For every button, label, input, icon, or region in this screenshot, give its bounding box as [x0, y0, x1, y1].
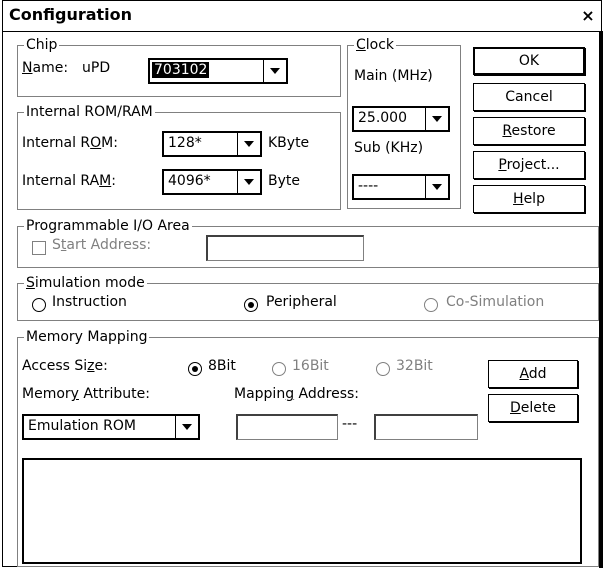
memory-attribute-combo[interactable]: Emulation ROM — [22, 414, 200, 440]
internal-ram-value: 4096* — [168, 173, 211, 189]
sub-clock-combo[interactable]: ---- — [352, 174, 450, 200]
memory-attribute-value: Emulation ROM — [28, 418, 136, 434]
memory-mapping-group: Memory Mapping Access Size: 8Bit 16Bit 3… — [17, 328, 599, 567]
internal-rom-unit: KByte — [268, 135, 310, 151]
delete-button[interactable]: Delete — [488, 394, 578, 422]
close-icon[interactable]: × — [579, 7, 597, 25]
main-clock-value: 25.000 — [358, 110, 407, 126]
help-button[interactable]: Help — [473, 185, 585, 213]
chevron-down-icon[interactable] — [263, 60, 286, 82]
radio-co-simulation-label: Co-Simulation — [446, 294, 545, 310]
add-button[interactable]: Add — [488, 360, 578, 388]
start-address-checkbox[interactable] — [32, 241, 46, 255]
memory-mapping-list[interactable] — [22, 458, 582, 564]
chevron-down-icon[interactable] — [425, 108, 448, 130]
mapping-start-input[interactable] — [236, 414, 338, 440]
internal-rom-value: 128* — [168, 135, 202, 151]
internal-rom-combo[interactable]: 128* — [162, 131, 262, 157]
simulation-mode-group: Simulation mode Instruction Peripheral C… — [17, 274, 599, 321]
project-button[interactable]: Project... — [473, 151, 585, 179]
window-edge — [599, 31, 603, 568]
chip-legend: Chip — [24, 36, 60, 54]
radio-instruction-label: Instruction — [52, 294, 127, 310]
radio-co-simulation[interactable] — [424, 298, 438, 312]
chevron-down-icon[interactable] — [237, 133, 260, 155]
programmable-io-group: Programmable I/O Area Start Address: — [17, 217, 599, 268]
chip-name-value: 703102 — [152, 62, 210, 78]
memory-attribute-label: Memory Attribute: — [22, 386, 150, 402]
radio-32bit[interactable] — [376, 362, 390, 376]
programmable-io-legend: Programmable I/O Area — [24, 217, 192, 235]
radio-32bit-label: 32Bit — [396, 358, 433, 374]
radio-instruction[interactable] — [32, 298, 46, 312]
sub-clock-value: ---- — [358, 178, 379, 194]
access-size-label: Access Size: — [22, 358, 108, 374]
chip-name-combo[interactable]: 703102 — [148, 58, 288, 84]
radio-peripheral-label: Peripheral — [266, 294, 337, 310]
start-address-label: Start Address: — [52, 237, 152, 253]
rom-ram-group: Internal ROM/RAM Internal ROM: 128* KByt… — [17, 103, 341, 210]
sub-clock-label: Sub (KHz) — [354, 140, 424, 156]
internal-ram-unit: Byte — [268, 173, 300, 189]
internal-rom-label: Internal ROM: — [22, 135, 118, 151]
rom-ram-legend: Internal ROM/RAM — [24, 103, 155, 121]
ok-button[interactable]: OK — [473, 47, 585, 75]
mapping-end-input[interactable] — [374, 414, 478, 440]
internal-ram-label: Internal RAM: — [22, 173, 116, 189]
chip-group: Chip Name: uPD 703102 — [17, 36, 341, 97]
radio-16bit[interactable] — [272, 362, 286, 376]
internal-ram-combo[interactable]: 4096* — [162, 169, 262, 195]
main-clock-label: Main (MHz) — [354, 68, 433, 84]
clock-legend: Clock — [354, 36, 397, 54]
radio-8bit-label: 8Bit — [208, 358, 236, 374]
radio-8bit[interactable] — [188, 362, 202, 376]
mapping-address-label: Mapping Address: — [234, 386, 360, 402]
chevron-down-icon[interactable] — [175, 416, 198, 438]
main-clock-combo[interactable]: 25.000 — [352, 106, 450, 132]
dialog-title: Configuration — [9, 5, 133, 24]
address-range-separator: --- — [342, 416, 358, 432]
radio-16bit-label: 16Bit — [292, 358, 329, 374]
configuration-dialog: Configuration × Chip Name: uPD 703102 In… — [2, 0, 603, 568]
chip-prefix: uPD — [82, 60, 111, 76]
chevron-down-icon[interactable] — [237, 171, 260, 193]
simulation-mode-legend: Simulation mode — [24, 274, 147, 292]
start-address-input[interactable] — [206, 235, 364, 261]
cancel-button[interactable]: Cancel — [473, 83, 585, 111]
radio-peripheral[interactable] — [244, 298, 258, 312]
memory-mapping-legend: Memory Mapping — [24, 328, 150, 346]
restore-button[interactable]: Restore — [473, 117, 585, 145]
title-bar[interactable]: Configuration × — [3, 1, 601, 32]
chevron-down-icon[interactable] — [425, 176, 448, 198]
chip-name-label: Name: — [22, 60, 69, 76]
clock-group: Clock Main (MHz) 25.000 Sub (KHz) ---- — [347, 36, 461, 209]
